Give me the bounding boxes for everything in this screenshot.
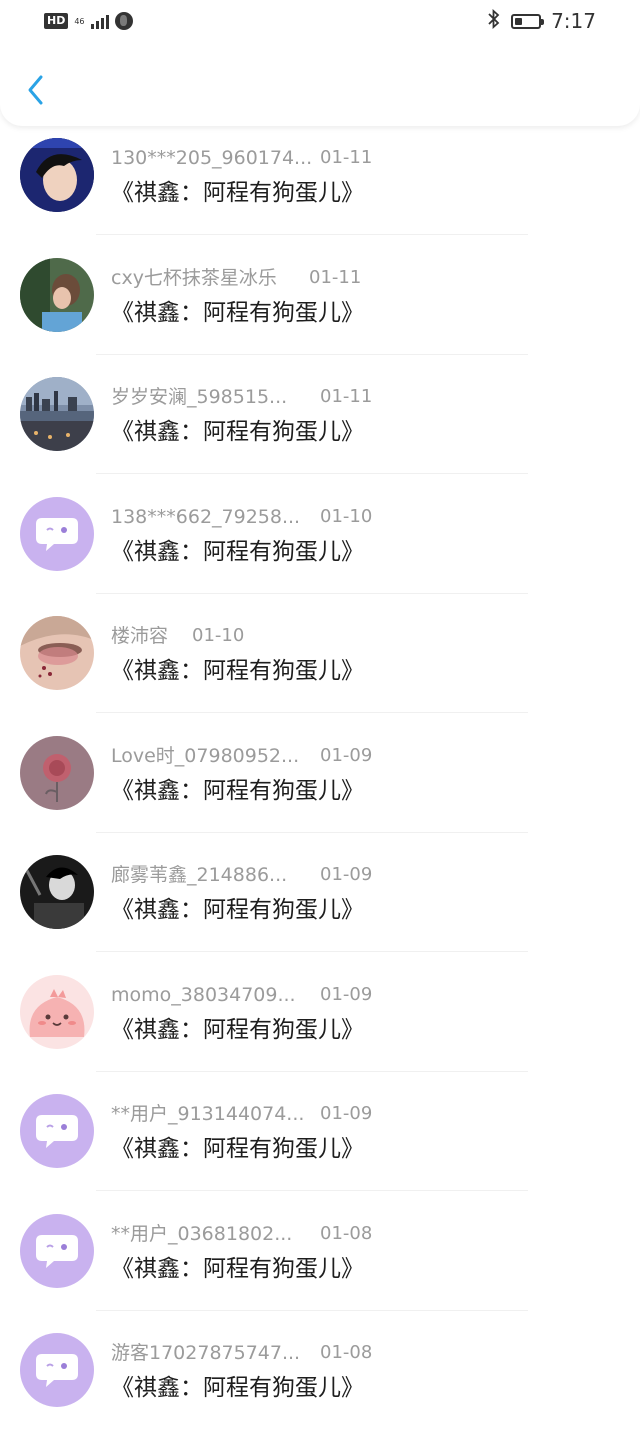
list-item[interactable]: 廊雾苇鑫_214886... 01-09 《祺鑫：阿程有狗蛋儿》 [0, 843, 640, 963]
list-item[interactable]: 138***662_79258... 01-10 《祺鑫：阿程有狗蛋儿》 [0, 485, 640, 605]
signal-icon [90, 13, 109, 29]
hd-badge: HD [44, 13, 69, 29]
chat-bubble-icon [36, 1354, 78, 1387]
globe-icon [114, 12, 133, 30]
divider [96, 1070, 528, 1072]
comment-title: 《祺鑫：阿程有狗蛋儿》 [111, 538, 364, 565]
comment-title: 《祺鑫：阿程有狗蛋儿》 [111, 1136, 364, 1162]
divider [96, 951, 528, 952]
comment-date: 01-11 [320, 386, 373, 407]
chat-bubble-icon [36, 517, 78, 551]
divider [96, 592, 528, 594]
chat-bubble-icon [36, 1115, 78, 1148]
comment-date: 01-08 [320, 1222, 373, 1244]
username: 游客17027875747... [111, 1342, 301, 1364]
username: 廊雾苇鑫_214886... [111, 864, 288, 886]
chat-bubble-icon [36, 1234, 78, 1268]
comment-title: 《祺鑫：阿程有狗蛋儿》 [111, 1375, 364, 1401]
comment-date: 01-09 [320, 864, 373, 885]
username: Love时_07980952... [111, 744, 300, 767]
username: 楼沛容 [111, 625, 169, 647]
bluetooth-icon [487, 8, 501, 33]
battery-icon [511, 13, 545, 29]
divider [96, 234, 528, 235]
comment-date: 01-11 [309, 266, 362, 288]
avatar[interactable] [20, 377, 94, 451]
avatar[interactable] [20, 1094, 94, 1168]
comment-date: 01-10 [320, 505, 373, 527]
list-item[interactable]: Love时_07980952... 01-09 《祺鑫：阿程有狗蛋儿》 [0, 724, 640, 844]
list-item[interactable]: 岁岁安澜_598515... 01-11 《祺鑫：阿程有狗蛋儿》 [0, 365, 640, 485]
avatar[interactable] [20, 138, 94, 212]
comment-title: 《祺鑫：阿程有狗蛋儿》 [111, 299, 364, 326]
status-right: 7:17 [487, 8, 596, 33]
avatar[interactable] [20, 974, 94, 1049]
top-header: HD 46 7:17 [0, 0, 640, 126]
comment-title: 《祺鑫：阿程有狗蛋儿》 [111, 180, 364, 206]
rose-photo [20, 735, 94, 810]
comment-date: 01-10 [192, 625, 245, 646]
username: momo_38034709... [111, 983, 296, 1006]
divider [96, 1309, 528, 1311]
comment-title: 《祺鑫：阿程有狗蛋儿》 [111, 1255, 364, 1282]
list-item[interactable]: 游客17027875747... 01-08 《祺鑫：阿程有狗蛋儿》 [0, 1321, 640, 1441]
divider [96, 353, 528, 355]
comment-title: 《祺鑫：阿程有狗蛋儿》 [111, 1016, 364, 1043]
divider [96, 831, 528, 833]
avatar[interactable] [20, 735, 94, 810]
network-type: 46 [74, 16, 85, 26]
comment-title: 《祺鑫：阿程有狗蛋儿》 [111, 419, 364, 445]
comment-title: 《祺鑫：阿程有狗蛋儿》 [111, 658, 364, 684]
cityscape-photo [20, 377, 94, 451]
status-bar: HD 46 7:17 [0, 0, 640, 44]
chevron-left-icon [28, 75, 43, 105]
list-item[interactable]: 楼沛容 01-10 《祺鑫：阿程有狗蛋儿》 [0, 604, 640, 724]
avatar[interactable] [20, 496, 94, 571]
comment-list: 130***205_960174... 01-11 《祺鑫：阿程有狗蛋儿》 cx… [0, 126, 640, 1441]
avatar[interactable] [20, 855, 94, 929]
username: 138***662_79258... [111, 505, 301, 528]
divider [96, 1190, 528, 1191]
list-item[interactable]: momo_38034709... 01-09 《祺鑫：阿程有狗蛋儿》 [0, 963, 640, 1083]
list-item[interactable]: cxy七杯抹茶星冰乐 01-11 《祺鑫：阿程有狗蛋儿》 [0, 246, 640, 366]
status-time: 7:17 [551, 9, 596, 33]
avatar[interactable] [20, 616, 94, 690]
comment-date: 01-08 [320, 1342, 373, 1363]
username: 130***205_960174... [111, 147, 313, 169]
username: **用户_03681802... [111, 1222, 293, 1245]
list-item[interactable]: 130***205_960174... 01-11 《祺鑫：阿程有狗蛋儿》 [0, 126, 640, 246]
divider [96, 712, 528, 713]
makeup-photo [20, 616, 94, 690]
divider [96, 473, 528, 474]
person-photo [20, 257, 94, 332]
portrait-photo [20, 138, 94, 212]
avatar[interactable] [20, 1333, 94, 1407]
username: cxy七杯抹茶星冰乐 [111, 266, 277, 289]
cartoon-avatar [20, 974, 94, 1049]
back-button[interactable] [20, 70, 50, 110]
comment-date: 01-09 [320, 1103, 373, 1124]
list-item[interactable]: **用户_913144074... 01-09 《祺鑫：阿程有狗蛋儿》 [0, 1082, 640, 1202]
avatar[interactable] [20, 1213, 94, 1288]
comment-date: 01-09 [320, 744, 373, 766]
status-left: HD 46 [44, 10, 133, 32]
username: 岁岁安澜_598515... [111, 386, 288, 408]
comment-date: 01-11 [320, 147, 373, 168]
avatar[interactable] [20, 257, 94, 332]
username: **用户_913144074... [111, 1103, 305, 1125]
comment-title: 《祺鑫：阿程有狗蛋儿》 [111, 897, 364, 923]
comment-title: 《祺鑫：阿程有狗蛋儿》 [111, 777, 364, 804]
comment-date: 01-09 [320, 983, 373, 1005]
list-item[interactable]: **用户_03681802... 01-08 《祺鑫：阿程有狗蛋儿》 [0, 1202, 640, 1322]
monochrome-photo [20, 855, 94, 929]
